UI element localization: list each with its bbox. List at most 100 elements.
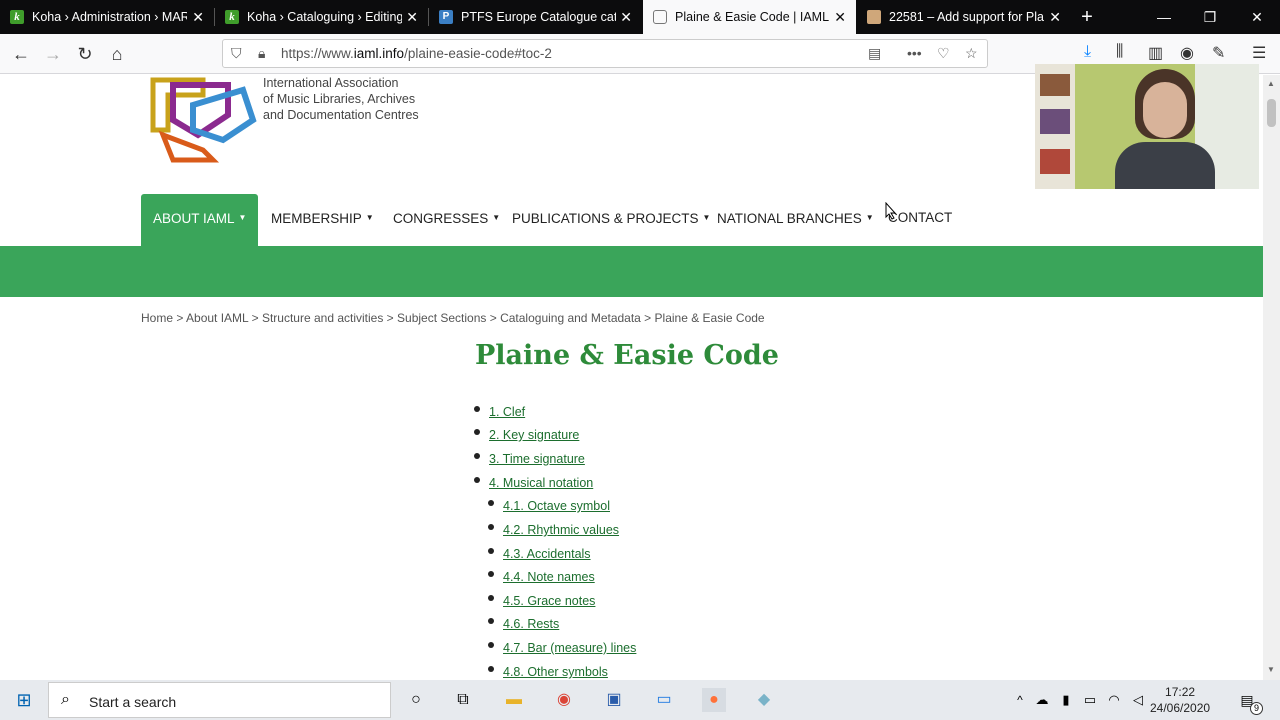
bullet bbox=[488, 571, 494, 577]
toc-link-bar-lines[interactable]: 4.7. Bar (measure) lines bbox=[503, 641, 636, 655]
reader-view-icon[interactable]: ▤ bbox=[868, 45, 881, 62]
toc-link-rests[interactable]: 4.6. Rests bbox=[503, 617, 559, 631]
menu-label: MEMBERSHIP bbox=[271, 211, 362, 226]
webcam-overlay bbox=[1035, 64, 1259, 189]
bookmark-star-icon[interactable]: ☆ bbox=[965, 45, 978, 62]
toc-link-clef[interactable]: 1. Clef bbox=[489, 405, 525, 419]
library-icon[interactable]: ⫼ bbox=[1116, 43, 1123, 61]
tab-bugzilla-22581[interactable]: 22581 – Add support for Pla ✕ bbox=[857, 0, 1071, 34]
caret-down-icon: ▼ bbox=[238, 213, 247, 222]
logo-text-line: and Documentation Centres bbox=[263, 108, 419, 122]
menu-congresses[interactable]: CONGRESSES ▼ bbox=[393, 194, 500, 246]
tab-ptfs-catalogue[interactable]: P PTFS Europe Catalogue catal ✕ bbox=[429, 0, 642, 34]
usb-icon[interactable]: ▮ bbox=[1054, 688, 1078, 712]
zoom-icon[interactable]: ▭ bbox=[652, 688, 676, 712]
bullet bbox=[488, 500, 494, 506]
wifi-icon[interactable]: ◠ bbox=[1102, 688, 1126, 712]
menu-contact[interactable]: CONTACT bbox=[888, 194, 952, 246]
bullet bbox=[474, 406, 480, 412]
close-icon[interactable]: ✕ bbox=[406, 9, 418, 26]
menu-membership[interactable]: MEMBERSHIP ▼ bbox=[271, 194, 374, 246]
eyedropper-icon[interactable]: ✎ bbox=[1212, 43, 1225, 63]
chevron-up-icon[interactable]: ^ bbox=[1008, 688, 1032, 712]
toc-link-accidentals[interactable]: 4.3. Accidentals bbox=[503, 547, 591, 561]
chrome-icon[interactable]: ◉ bbox=[552, 688, 576, 712]
menu-about-iaml[interactable]: ABOUT IAML ▼ bbox=[141, 194, 259, 246]
taskbar-search-box[interactable]: ⌕ Start a search bbox=[48, 682, 391, 718]
caret-down-icon: ▼ bbox=[365, 213, 374, 222]
toc-link-grace-notes[interactable]: 4.5. Grace notes bbox=[503, 594, 595, 608]
search-placeholder: Start a search bbox=[89, 694, 177, 710]
toc-link-key-signature[interactable]: 2. Key signature bbox=[489, 428, 579, 442]
iaml-icon bbox=[653, 10, 667, 24]
new-tab-button[interactable]: + bbox=[1077, 5, 1097, 29]
shield-icon[interactable]: ⛉ bbox=[231, 45, 242, 62]
scroll-down-icon[interactable]: ▼ bbox=[1267, 665, 1275, 674]
ptfs-icon: P bbox=[439, 10, 453, 24]
task-view-icon[interactable]: ⧉ bbox=[451, 688, 475, 712]
onedrive-icon[interactable]: ☁ bbox=[1030, 688, 1054, 712]
minimize-button[interactable]: — bbox=[1141, 0, 1187, 34]
toc-link-musical-notation[interactable]: 4. Musical notation bbox=[489, 476, 593, 490]
toc-link-octave-symbol[interactable]: 4.1. Octave symbol bbox=[503, 499, 610, 513]
caret-down-icon: ▼ bbox=[492, 213, 501, 222]
app-icon[interactable]: ◆ bbox=[752, 688, 776, 712]
system-clock[interactable]: 17:22 24/06/2020 bbox=[1150, 684, 1210, 716]
tab-koha-cataloguing[interactable]: k Koha › Cataloguing › Editing ✕ bbox=[215, 0, 428, 34]
books bbox=[1040, 109, 1070, 134]
main-menu: ABOUT IAML ▼ MEMBERSHIP ▼ CONGRESSES ▼ PUBL… bbox=[141, 194, 1041, 246]
menu-national-branches[interactable]: NATIONAL BRANCHES ▼ bbox=[717, 194, 874, 246]
pocket-icon[interactable]: ♡ bbox=[937, 45, 950, 62]
koha-icon: k bbox=[10, 10, 24, 24]
green-banner bbox=[0, 246, 1263, 297]
url-domain: iaml.info bbox=[353, 46, 405, 61]
toc-link-other-symbols[interactable]: 4.8. Other symbols bbox=[503, 665, 608, 679]
url-text[interactable]: https://www.iaml.info/plaine-easie-code#… bbox=[281, 46, 552, 61]
lock-icon[interactable]: 🔒︎ bbox=[258, 45, 265, 62]
koha-icon: k bbox=[225, 10, 239, 24]
windows-start-icon[interactable]: ⊞ bbox=[12, 688, 36, 712]
close-icon[interactable]: ✕ bbox=[834, 9, 846, 26]
remote-desktop-icon[interactable]: ▣ bbox=[602, 688, 626, 712]
scroll-up-icon[interactable]: ▲ bbox=[1267, 79, 1275, 88]
firefox-icon[interactable]: ● bbox=[702, 688, 726, 712]
menu-label: CONGRESSES bbox=[393, 211, 489, 226]
tab-title: 22581 – Add support for Pla bbox=[889, 10, 1044, 24]
forward-arrow-icon[interactable]: → bbox=[41, 42, 65, 66]
clock-time: 17:22 bbox=[1165, 685, 1196, 699]
file-explorer-icon[interactable]: ▬ bbox=[502, 688, 526, 712]
tab-plaine-easie-code[interactable]: Plaine & Easie Code | IAML ✕ bbox=[643, 0, 856, 34]
vertical-scrollbar[interactable]: ▲ ▼ bbox=[1263, 75, 1280, 680]
page-title: Plaine & Easie Code bbox=[475, 340, 779, 371]
battery-icon[interactable]: ▭ bbox=[1078, 688, 1102, 712]
close-window-button[interactable]: ✕ bbox=[1234, 0, 1280, 34]
download-icon[interactable]: ⤓ bbox=[1084, 43, 1091, 61]
toc-link-time-signature[interactable]: 3. Time signature bbox=[489, 452, 585, 466]
books bbox=[1040, 149, 1070, 174]
more-actions-icon[interactable]: ••• bbox=[907, 45, 922, 61]
close-icon[interactable]: ✕ bbox=[620, 9, 632, 26]
toc-link-note-names[interactable]: 4.4. Note names bbox=[503, 570, 595, 584]
tab-koha-administration[interactable]: k Koha › Administration › MARC ✕ bbox=[0, 0, 214, 34]
volume-icon[interactable]: ◁ bbox=[1126, 688, 1150, 712]
iaml-logo[interactable] bbox=[143, 75, 261, 165]
caret-down-icon: ▼ bbox=[865, 213, 874, 222]
menu-publications-projects[interactable]: PUBLICATIONS & PROJECTS ▼ bbox=[512, 194, 710, 246]
breadcrumb[interactable]: Home > About IAML > Structure and activi… bbox=[141, 311, 765, 325]
home-icon[interactable]: ⌂ bbox=[105, 42, 129, 66]
back-arrow-icon[interactable]: ← bbox=[9, 42, 33, 66]
scroll-thumb[interactable] bbox=[1267, 99, 1276, 127]
account-icon[interactable]: ◉ bbox=[1180, 43, 1194, 63]
cortana-icon[interactable]: ○ bbox=[404, 688, 428, 712]
menu-icon[interactable]: ☰ bbox=[1252, 43, 1266, 63]
tab-title: Koha › Administration › MARC bbox=[32, 10, 187, 24]
menu-label: ABOUT IAML bbox=[153, 211, 235, 226]
close-icon[interactable]: ✕ bbox=[192, 9, 204, 26]
toc-link-rhythmic-values[interactable]: 4.2. Rhythmic values bbox=[503, 523, 619, 537]
reload-icon[interactable]: ↻ bbox=[73, 42, 97, 66]
close-icon[interactable]: ✕ bbox=[1049, 9, 1061, 26]
restore-button[interactable]: ❐ bbox=[1187, 0, 1233, 34]
address-bar[interactable]: ⛉ 🔒︎ https://www.iaml.info/plaine-easie-… bbox=[222, 39, 988, 68]
bullet bbox=[488, 595, 494, 601]
sidebar-icon[interactable]: ▥ bbox=[1148, 43, 1163, 63]
